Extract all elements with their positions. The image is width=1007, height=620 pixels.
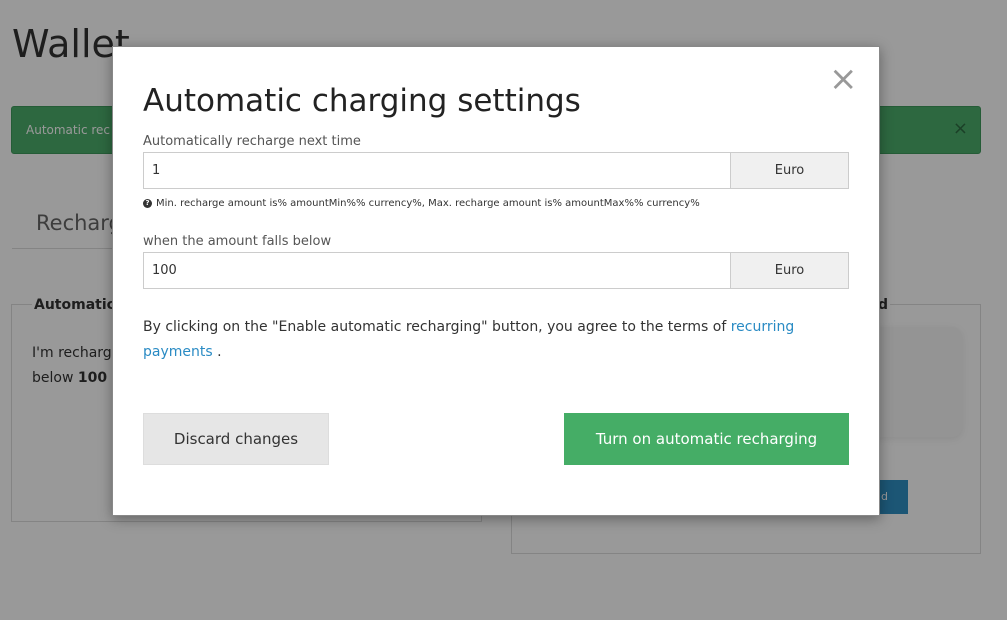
modal-title: Automatic charging settings [143,83,581,119]
recharge-amount-label: Automatically recharge next time [143,134,361,149]
close-icon[interactable]: × [829,61,858,97]
automatic-charging-modal: × Automatic charging settings Automatica… [112,46,880,516]
enable-recharging-button[interactable]: Turn on automatic recharging [564,413,849,465]
discard-changes-button[interactable]: Discard changes [143,413,329,465]
threshold-input[interactable] [144,253,730,288]
recharge-amount-group: Euro [143,152,849,189]
recharge-amount-input[interactable] [144,153,730,188]
hint-text: Min. recharge amount is% amountMin%% cur… [156,198,700,209]
threshold-label: when the amount falls below [143,234,332,249]
terms-prefix: By clicking on the "Enable automatic rec… [143,319,731,335]
question-circle-icon: ? [143,199,152,208]
threshold-currency-addon: Euro [730,253,848,288]
amount-hint: ? Min. recharge amount is% amountMin%% c… [143,198,700,209]
threshold-group: Euro [143,252,849,289]
terms-text: By clicking on the "Enable automatic rec… [143,315,843,365]
terms-suffix: . [212,344,222,360]
recharge-currency-addon: Euro [730,153,848,188]
